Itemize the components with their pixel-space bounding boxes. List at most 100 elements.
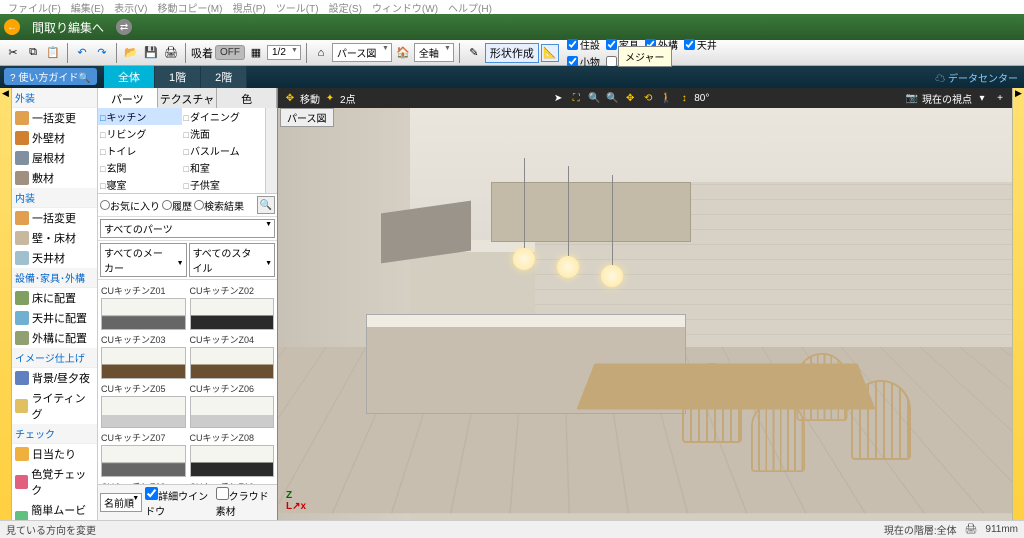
scrollbar[interactable] [265,108,277,193]
menu-item[interactable]: ツール(T) [276,0,319,15]
print-icon[interactable]: 🖨 [162,44,180,62]
render-canvas[interactable]: ZL↗x [278,108,1012,520]
left-ruler[interactable]: ◀ [0,88,12,520]
all-styles-dropdown[interactable]: すべてのスタイル [189,243,276,277]
move-icon[interactable]: ✥ [282,90,298,106]
thumb-image[interactable] [190,298,275,330]
category-item[interactable]: バスルーム [182,142,266,159]
check-item[interactable]: 住設 [567,37,600,52]
check-item[interactable]: 天井 [684,37,717,52]
cloud-check[interactable]: クラウド素材 [216,487,275,518]
all-parts-dropdown[interactable]: すべてのパーツ [100,219,275,238]
nav-item[interactable]: 床に配置 [12,288,97,308]
fraction-dropdown[interactable]: 1/2 [267,45,301,60]
orbit-icon[interactable]: ⟲ [640,90,656,106]
undo-icon[interactable]: ↶ [73,44,91,62]
thumb-image[interactable] [101,347,186,379]
nav-item[interactable]: 日当たり [12,444,97,464]
cut-icon[interactable]: ✂ [4,44,22,62]
menu-item[interactable]: 移動コピー(M) [157,0,222,15]
parts-tab[interactable]: 色 [217,88,277,108]
grid-icon[interactable]: ▦ [247,44,265,62]
measure-icon[interactable]: 📐 [541,44,559,62]
parts-tab[interactable]: パーツ [98,88,158,108]
printer-icon[interactable]: 🖨 [965,524,978,535]
search-icon[interactable]: 🔍 [257,196,275,214]
camera-icon[interactable]: ⌂ [312,44,330,62]
mode-label[interactable]: 間取り編集へ [24,19,112,36]
nav-item[interactable]: ライティング [12,388,97,424]
floor-tab[interactable]: 2階 [201,66,247,88]
category-item[interactable]: リビング [98,125,182,142]
right-ruler[interactable]: ▶ [1012,88,1024,520]
thumb-image[interactable] [190,445,275,477]
viewport-tab[interactable]: パース図 [280,108,334,127]
filter-radio[interactable]: 履歴 [162,198,192,213]
zoom-fit-icon[interactable]: ⛶ [568,90,584,106]
nav-item[interactable]: 敷材 [12,168,97,188]
category-item[interactable]: 洗面 [182,125,266,142]
help-guide-button[interactable]: ? 使い方ガイド🔍 [4,68,97,85]
snap-toggle[interactable]: OFF [215,45,245,60]
menu-item[interactable]: 表示(V) [114,0,147,15]
menu-item[interactable]: 設定(S) [329,0,362,15]
nav-item[interactable]: 屋根材 [12,148,97,168]
scope-dropdown[interactable]: 全軸 [414,43,454,62]
height-icon[interactable]: ↕ [676,90,692,106]
shape-create-button[interactable]: 形状作成 [485,43,539,63]
back-button[interactable]: ← [4,19,20,35]
nav-item[interactable]: 天井材 [12,248,97,268]
menu-item[interactable]: ウィンドウ(W) [372,0,438,15]
floor-tab[interactable]: 全体 [104,66,155,88]
open-icon[interactable]: 📂 [122,44,140,62]
filter-radio[interactable]: 検索結果 [194,198,244,213]
sort-dropdown[interactable]: 名前順 [100,493,142,512]
eyedropper-icon[interactable]: ✎ [465,44,483,62]
menu-item[interactable]: 編集(E) [71,0,104,15]
menu-item[interactable]: ヘルプ(H) [448,0,492,15]
pan-icon[interactable]: ✥ [622,90,638,106]
menu-item[interactable]: ファイル(F) [8,0,61,15]
nav-item[interactable]: 天井に配置 [12,308,97,328]
zoom-in-icon[interactable]: 🔍 [604,90,620,106]
category-item[interactable]: 玄関 [98,159,182,176]
category-item[interactable]: 和室 [182,159,266,176]
thumb-image[interactable] [190,347,275,379]
view-dropdown[interactable]: パース図 [332,43,392,62]
nav-item[interactable]: 壁・床材 [12,228,97,248]
filter-radio[interactable]: お気に入り [100,198,160,213]
save-icon[interactable]: 💾 [142,44,160,62]
view-dropdown-icon[interactable]: ▾ [974,90,990,106]
thumb-image[interactable] [101,396,186,428]
paste-icon[interactable]: 📋 [44,44,62,62]
nav-item[interactable]: 一括変更 [12,108,97,128]
all-makers-dropdown[interactable]: すべてのメーカー [100,243,187,277]
floor-tab[interactable]: 1階 [155,66,201,88]
datacenter-link[interactable]: ☁ データセンター [935,70,1018,85]
toggle-button[interactable]: ⇄ [116,19,132,35]
nav-item[interactable]: 色覚チェック [12,464,97,500]
detail-check[interactable]: 詳細ウインドウ [145,487,212,518]
nav-item[interactable]: 簡単ムービー [12,500,97,520]
category-item[interactable]: 寝室 [98,176,182,193]
pointer-icon[interactable]: ➤ [550,90,566,106]
category-item[interactable]: 子供室 [182,176,266,193]
redo-icon[interactable]: ↷ [93,44,111,62]
thumb-image[interactable] [101,298,186,330]
menu-item[interactable]: 視点(P) [232,0,265,15]
copy-icon[interactable]: ⧉ [24,44,42,62]
thumb-image[interactable] [190,396,275,428]
two-point-icon[interactable]: ✦ [322,90,338,106]
category-item[interactable]: キッチン [98,108,182,125]
house-icon[interactable]: 🏠 [394,44,412,62]
walk-icon[interactable]: 🚶 [658,90,674,106]
parts-tab[interactable]: テクスチャ [158,88,218,108]
thumb-image[interactable] [101,445,186,477]
nav-item[interactable]: 一括変更 [12,208,97,228]
nav-item[interactable]: 外構に配置 [12,328,97,348]
camera-icon[interactable]: 📷 [904,90,920,106]
category-item[interactable]: ダイニング [182,108,266,125]
plus-icon[interactable]: + [992,90,1008,106]
zoom-out-icon[interactable]: 🔍 [586,90,602,106]
category-item[interactable]: トイレ [98,142,182,159]
